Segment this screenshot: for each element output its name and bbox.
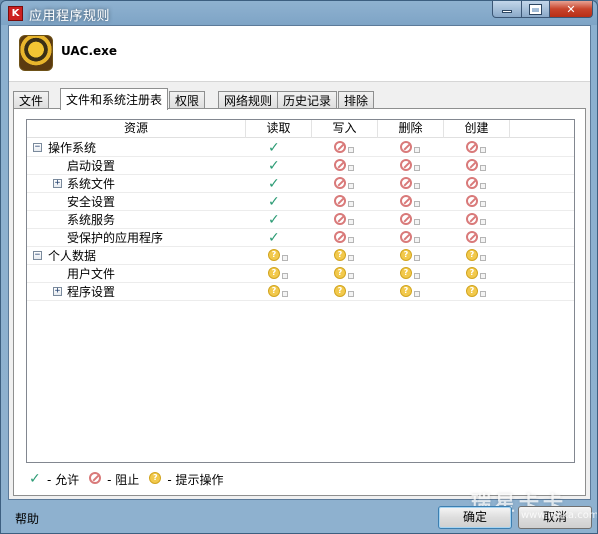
tab-strip: 文件 文件和系统注册表 权限 网络规则 历史记录 排除 (9, 88, 590, 110)
tree-row[interactable]: 启动设置 ✓ (27, 157, 574, 175)
watermark-url: www.ikaka.com (521, 510, 598, 521)
legend: ✓ - 允许 - 阻止 ? - 提示操作 (29, 470, 233, 488)
expand-icon[interactable]: + (53, 179, 62, 188)
minimize-button[interactable] (492, 1, 522, 18)
ask-icon[interactable]: ? (400, 285, 422, 299)
window-title: 应用程序规则 (29, 9, 111, 24)
tree-row-label: 程序设置 (67, 285, 116, 299)
allow-check-icon[interactable]: ✓ (268, 159, 290, 173)
block-icon[interactable] (466, 195, 488, 209)
application-exe-icon (19, 35, 53, 71)
collapse-icon[interactable]: − (33, 143, 42, 152)
tree-row-label: 系统服务 (67, 213, 116, 227)
ask-icon[interactable]: ? (400, 249, 422, 263)
allow-check-icon[interactable]: ✓ (268, 195, 290, 209)
legend-ask-icon: ? (149, 472, 163, 486)
block-icon[interactable] (400, 141, 422, 155)
allow-check-icon[interactable]: ✓ (268, 231, 290, 245)
legend-allow-label: - 允许 (47, 472, 80, 487)
ask-icon[interactable]: ? (334, 267, 356, 281)
client-area: UAC.exe 文件 文件和系统注册表 权限 网络规则 历史记录 排除 资源 读… (8, 25, 591, 500)
block-icon[interactable] (466, 141, 488, 155)
tree-row-label: 系统文件 (67, 177, 116, 191)
block-icon[interactable] (466, 159, 488, 173)
block-icon[interactable] (466, 177, 488, 191)
minimize-icon (502, 10, 512, 13)
tab-panel-files-and-registry: 资源 读取 写入 删除 创建 − 操作系统 ✓ 启动设置 ✓ + 系统文件 ✓ 安全设置 ✓ 系统服… (13, 108, 586, 496)
column-header-resource[interactable]: 资源 (27, 120, 246, 138)
tree-row[interactable]: 系统服务 ✓ (27, 211, 574, 229)
allow-check-icon[interactable]: ✓ (268, 177, 290, 191)
block-icon[interactable] (466, 231, 488, 245)
resource-permissions-tree[interactable]: 资源 读取 写入 删除 创建 − 操作系统 ✓ 启动设置 ✓ + 系统文件 ✓ 安全设置 ✓ 系统服… (26, 119, 575, 463)
tree-row-label: 用户文件 (67, 267, 116, 281)
tree-row[interactable]: + 系统文件 ✓ (27, 175, 574, 193)
ask-icon[interactable]: ? (466, 285, 488, 299)
ask-icon[interactable]: ? (466, 249, 488, 263)
column-header-create[interactable]: 创建 (444, 120, 510, 138)
ask-icon[interactable]: ? (334, 249, 356, 263)
block-icon[interactable] (400, 159, 422, 173)
maximize-button[interactable] (521, 1, 550, 18)
block-icon[interactable] (400, 231, 422, 245)
allow-check-icon[interactable]: ✓ (268, 141, 290, 155)
tree-row-label: 操作系统 (48, 141, 97, 155)
app-rules-window: K 应用程序规则 ✕ UAC.exe 文件 文件和系统注册表 权限 网络规则 历… (0, 0, 598, 534)
ask-icon[interactable]: ? (466, 267, 488, 281)
tree-row[interactable]: 用户文件???? (27, 265, 574, 283)
block-icon[interactable] (334, 177, 356, 191)
ask-icon[interactable]: ? (334, 285, 356, 299)
tree-header: 资源 读取 写入 删除 创建 (27, 120, 574, 138)
column-header-read[interactable]: 读取 (246, 120, 312, 138)
maximize-icon (530, 4, 541, 14)
legend-block-label: - 阻止 (107, 472, 140, 487)
ask-icon[interactable]: ? (268, 285, 290, 299)
tree-row[interactable]: + 程序设置???? (27, 283, 574, 301)
ask-icon[interactable]: ? (268, 249, 290, 263)
close-button[interactable]: ✕ (549, 1, 593, 18)
tree-row-label: 安全设置 (67, 195, 116, 209)
block-icon[interactable] (400, 177, 422, 191)
ask-icon[interactable]: ? (268, 267, 290, 281)
ask-icon[interactable]: ? (400, 267, 422, 281)
block-icon[interactable] (400, 213, 422, 227)
tree-row[interactable]: 安全设置 ✓ (27, 193, 574, 211)
block-icon[interactable] (400, 195, 422, 209)
legend-block-icon (89, 472, 103, 486)
ok-button[interactable]: 确定 (438, 506, 512, 529)
block-icon[interactable] (334, 231, 356, 245)
block-icon[interactable] (334, 195, 356, 209)
block-icon[interactable] (466, 213, 488, 227)
tree-row-label: 个人数据 (48, 249, 97, 263)
tree-row-label: 受保护的应用程序 (67, 231, 164, 245)
collapse-icon[interactable]: − (33, 251, 42, 260)
block-icon[interactable] (334, 141, 356, 155)
legend-allow-icon: ✓ (29, 471, 41, 487)
kaspersky-logo-icon: K (8, 6, 23, 21)
block-icon[interactable] (334, 159, 356, 173)
legend-ask-label: - 提示操作 (167, 472, 224, 487)
help-link[interactable]: 帮助 (15, 510, 39, 527)
tree-row-label: 启动设置 (67, 159, 116, 173)
tree-row[interactable]: 受保护的应用程序 ✓ (27, 229, 574, 247)
tree-row[interactable]: − 操作系统 ✓ (27, 139, 574, 157)
column-header-write[interactable]: 写入 (312, 120, 378, 138)
tab-files-and-registry[interactable]: 文件和系统注册表 (60, 88, 169, 110)
app-header: UAC.exe (9, 26, 590, 82)
allow-check-icon[interactable]: ✓ (268, 213, 290, 227)
block-icon[interactable] (334, 213, 356, 227)
close-icon: ✕ (566, 2, 576, 16)
tree-row[interactable]: − 个人数据???? (27, 247, 574, 265)
expand-icon[interactable]: + (53, 287, 62, 296)
column-header-delete[interactable]: 删除 (378, 120, 444, 138)
application-name: UAC.exe (61, 44, 118, 58)
